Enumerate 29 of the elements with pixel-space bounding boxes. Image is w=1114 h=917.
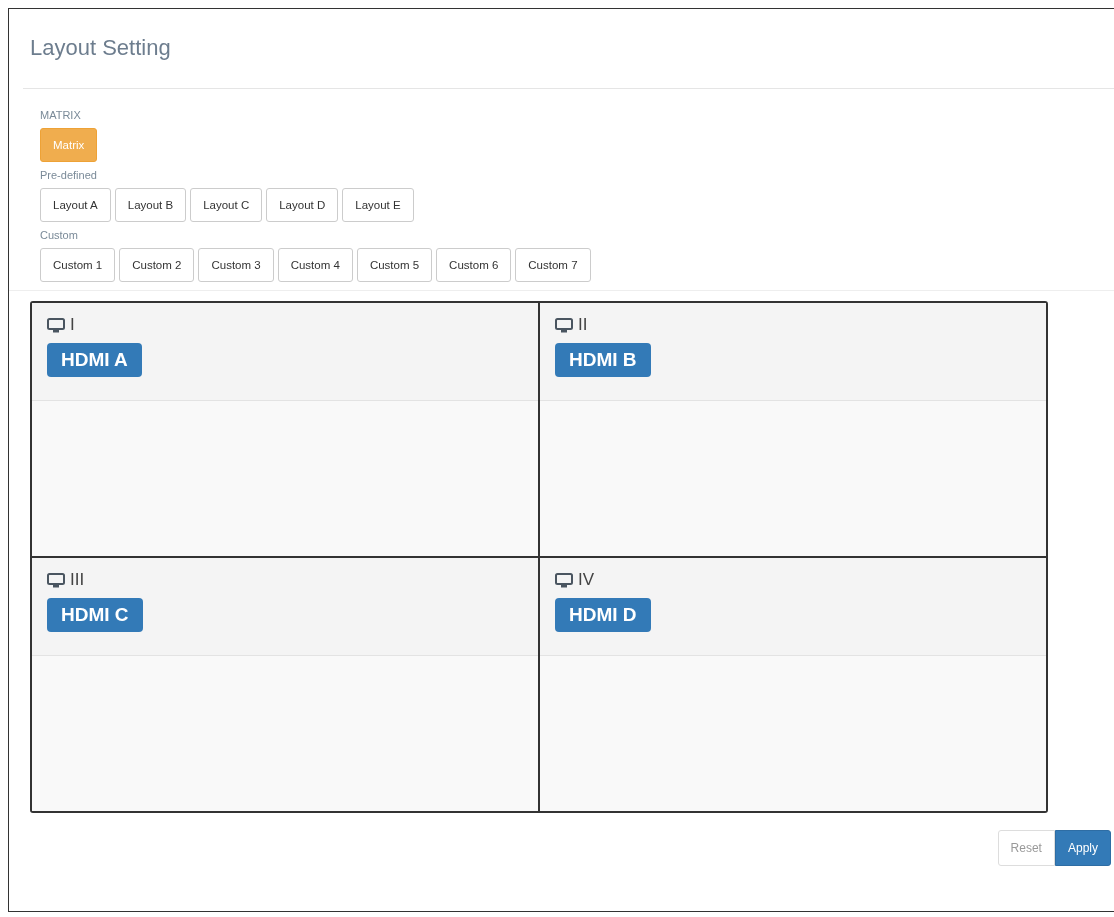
monitor-icon <box>555 572 573 588</box>
page-title: Layout Setting <box>30 35 172 62</box>
layout-button[interactable]: Layout C <box>190 188 263 222</box>
source-label[interactable]: HDMI B <box>555 343 651 377</box>
layout-button[interactable]: Layout A <box>40 188 111 222</box>
window-name: IV <box>578 570 595 590</box>
layout-button[interactable]: Custom 5 <box>356 248 433 282</box>
layout-button[interactable]: Layout B <box>114 188 187 222</box>
window-name: III <box>70 570 85 590</box>
source-label[interactable]: HDMI C <box>47 598 143 632</box>
layout-button[interactable]: Custom 6 <box>436 248 512 282</box>
monitor-icon <box>555 317 573 333</box>
apply-button[interactable]: Apply <box>1054 830 1111 866</box>
monitor-icon <box>47 572 65 588</box>
layout-button[interactable]: Layout D <box>266 188 339 222</box>
layout-button[interactable]: Custom 1 <box>40 248 116 282</box>
layout-button[interactable]: Layout E <box>342 188 414 222</box>
group-label: Pre-defined <box>40 169 98 181</box>
layout-button[interactable]: Custom 3 <box>198 248 274 282</box>
window-name: I <box>70 315 75 335</box>
window-name: II <box>578 315 588 335</box>
source-label[interactable]: HDMI D <box>555 598 651 632</box>
source-label[interactable]: HDMI A <box>47 343 142 377</box>
group-label: Custom <box>40 229 79 241</box>
group-label: MATRIX <box>40 109 82 121</box>
layout-button[interactable]: Custom 4 <box>277 248 353 282</box>
monitor-icon <box>47 317 65 333</box>
layout-button[interactable]: Custom 2 <box>119 248 195 282</box>
layout-button[interactable]: Custom 7 <box>515 248 591 282</box>
